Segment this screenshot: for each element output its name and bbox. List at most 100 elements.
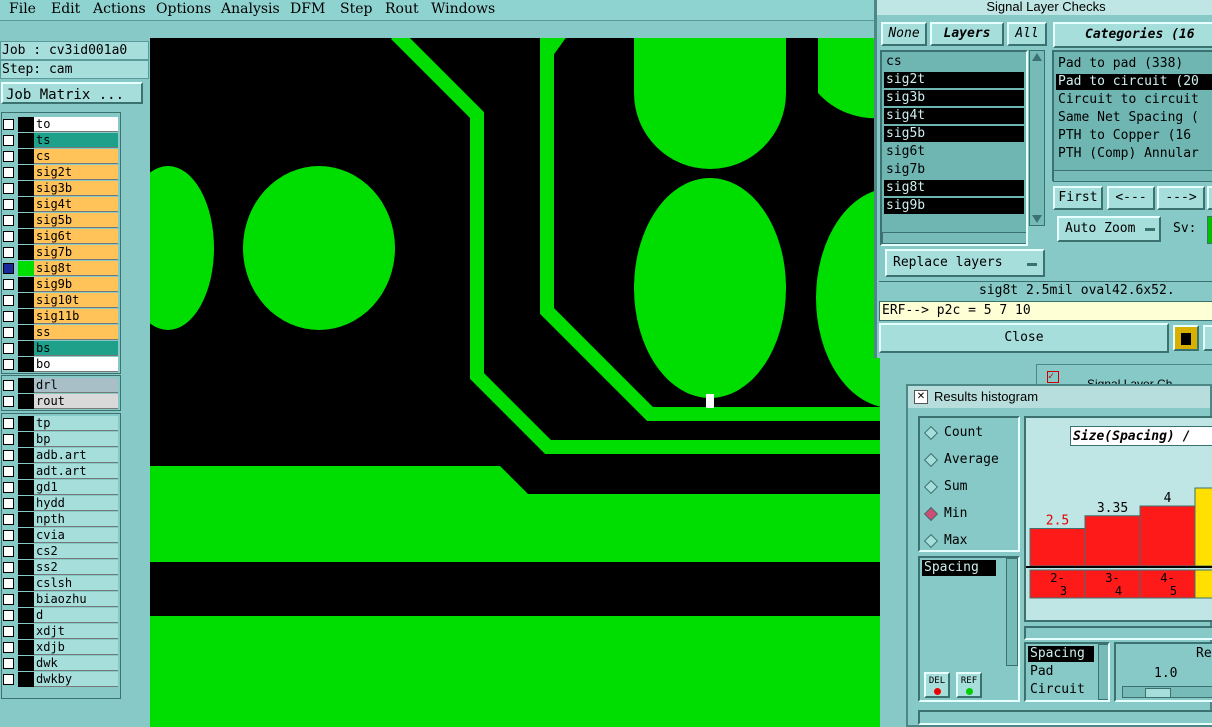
layer-checkbox[interactable] [3,343,14,354]
layer-color-swatch[interactable] [18,528,34,543]
layer-list-item[interactable]: sig2t [884,72,1024,88]
layer-name[interactable]: cs2 [34,544,118,559]
layer-checkbox[interactable] [3,135,14,146]
layer-name[interactable]: sig10t [34,293,118,308]
layer-row-sig5b[interactable]: sig5b [2,213,118,228]
layer-color-swatch[interactable] [18,325,34,340]
layer-name[interactable]: cslsh [34,576,118,591]
histogram-bar[interactable] [1139,505,1196,567]
layer-name[interactable]: adb.art [34,448,118,463]
layer-row-sig9b[interactable]: sig9b [2,277,118,292]
layer-list-hscroll[interactable] [882,232,1026,244]
layer-row-bs[interactable]: bs [2,341,118,356]
layer-list-item[interactable]: sig3b [884,90,1024,106]
layer-checkbox[interactable] [3,498,14,509]
layer-checkbox[interactable] [3,466,14,477]
first-button[interactable]: First [1053,186,1103,210]
layer-color-swatch[interactable] [18,181,34,196]
layer-checkbox[interactable] [3,380,14,391]
layer-row-dwkby[interactable]: dwkby [2,672,118,687]
layer-name[interactable]: sig4t [34,197,118,212]
layer-name[interactable]: sig7b [34,245,118,260]
pad-shape[interactable] [634,178,786,398]
layer-color-swatch[interactable] [18,293,34,308]
field-list-item[interactable]: Spacing [922,560,996,576]
layer-row-sig4t[interactable]: sig4t [2,197,118,212]
layer-name[interactable]: ss2 [34,560,118,575]
menu-analysis[interactable]: Analysis [221,1,280,17]
layer-name[interactable]: bo [34,357,118,372]
layer-color-swatch[interactable] [18,229,34,244]
layer-row-rout[interactable]: rout [2,394,118,409]
category-item[interactable]: Pad to pad (338) [1056,56,1212,72]
scroll-up-icon[interactable] [1032,53,1042,61]
layer-row-drl[interactable]: drl [2,378,118,393]
layer-row-sig6t[interactable]: sig6t [2,229,118,244]
layer-color-swatch[interactable] [18,378,34,393]
category-item[interactable]: Circuit to circuit [1056,92,1212,108]
layer-row-tp[interactable]: tp [2,416,118,431]
severity-indicator[interactable] [1207,216,1212,244]
layer-name[interactable]: npth [34,512,118,527]
aggregate-option-count[interactable]: Count [922,424,1002,442]
layer-list-item[interactable]: sig8t [884,180,1024,196]
layer-row-sig11b[interactable]: sig11b [2,309,118,324]
layer-checkbox[interactable] [3,562,14,573]
pad-shape[interactable] [816,188,880,408]
layer-name[interactable]: rout [34,394,118,409]
layer-checkbox[interactable] [3,450,14,461]
layer-color-swatch[interactable] [18,197,34,212]
attr-list-scrollbar[interactable] [1098,644,1108,700]
layer-color-swatch[interactable] [18,576,34,591]
range-slider[interactable] [1122,686,1212,698]
layer-checkbox[interactable] [3,183,14,194]
menu-actions[interactable]: Actions [93,1,146,17]
error-marker[interactable] [706,394,714,408]
layer-color-swatch[interactable] [18,213,34,228]
layer-checkbox[interactable] [3,247,14,258]
layer-name[interactable]: cs [34,149,118,164]
layer-name[interactable]: drl [34,378,118,393]
layer-color-swatch[interactable] [18,672,34,687]
category-list[interactable]: Pad to pad (338) Pad to circuit (20 Circui… [1052,50,1212,182]
layer-row-adt-art[interactable]: adt.art [2,464,118,479]
last-button[interactable] [1207,186,1212,210]
layer-list-item[interactable]: sig5b [884,126,1024,142]
del-button[interactable]: DEL [924,672,950,698]
layer-checkbox[interactable] [3,418,14,429]
close-button[interactable]: Close [879,323,1169,353]
layer-color-swatch[interactable] [18,480,34,495]
next-button[interactable]: ---> [1157,186,1205,210]
menu-step[interactable]: Step [340,1,372,17]
layer-name[interactable]: sig9b [34,277,118,292]
layer-row-xdjt[interactable]: xdjt [2,624,118,639]
previous-button[interactable]: <--- [1107,186,1155,210]
radio-diamond-icon[interactable] [923,533,939,549]
layer-name[interactable]: to [34,117,118,132]
layer-checkbox[interactable] [3,167,14,178]
layer-checkbox[interactable] [3,642,14,653]
layer-row-sig3b[interactable]: sig3b [2,181,118,196]
layer-checkbox[interactable] [3,626,14,637]
extra-button[interactable] [1203,325,1212,351]
menu-file[interactable]: File [9,1,36,17]
layer-list-item[interactable]: sig6t [884,144,1024,160]
histogram-hscroll[interactable] [1024,626,1212,640]
lock-icon[interactable] [1173,325,1199,351]
layer-checkbox[interactable] [3,327,14,338]
layer-color-swatch[interactable] [18,341,34,356]
pad-shape[interactable] [634,38,786,169]
layer-row-hydd[interactable]: hydd [2,496,118,511]
layer-checkbox[interactable] [3,434,14,445]
category-bin[interactable] [1194,569,1212,599]
layer-row-bp[interactable]: bp [2,432,118,447]
layer-row-cvia[interactable]: cvia [2,528,118,543]
layer-color-swatch[interactable] [18,656,34,671]
layer-name[interactable]: ss [34,325,118,340]
axis-title[interactable]: Size(Spacing) / [1070,426,1212,446]
layer-name[interactable]: dwk [34,656,118,671]
attribute-item[interactable]: Circuit [1028,682,1094,698]
layer-color-swatch[interactable] [18,117,34,132]
layer-list-scrollbar[interactable] [1029,50,1045,226]
layer-name[interactable]: sig5b [34,213,118,228]
